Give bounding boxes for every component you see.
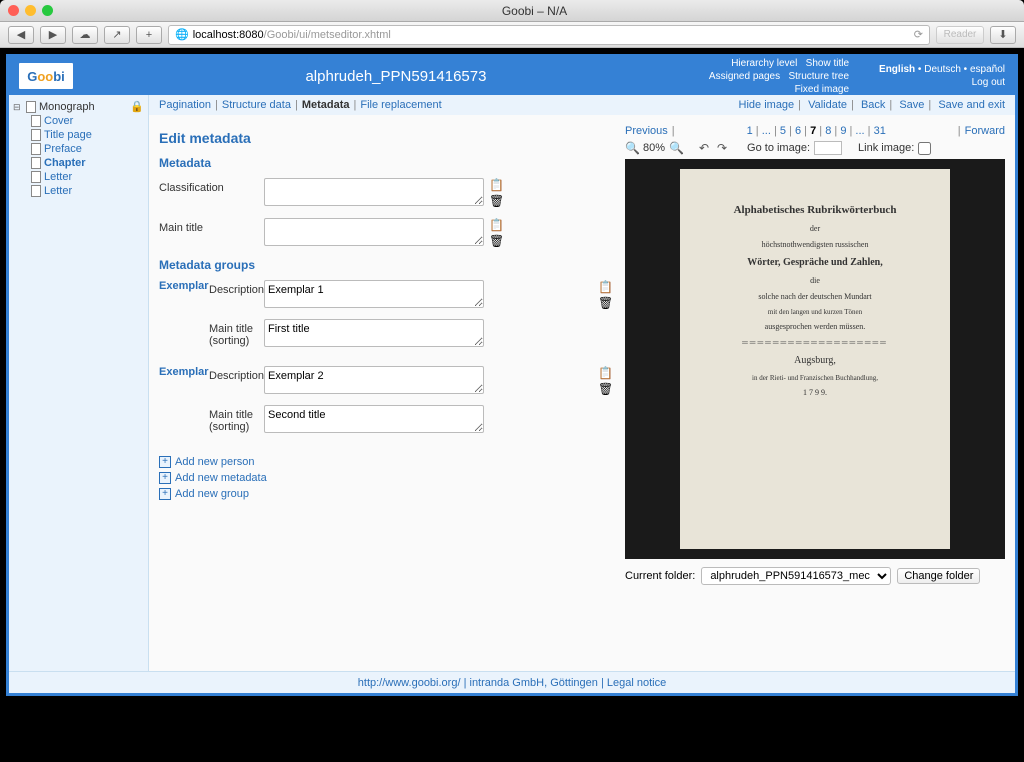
footer-legal[interactable]: Legal notice [607,677,666,689]
copy-icon[interactable]: 📋 [598,366,612,380]
link-hierarchy[interactable]: Hierarchy level [731,58,797,69]
sidebar-item-chapter[interactable]: Chapter [31,156,144,170]
label-description: Description [209,366,264,382]
sidebar-item-letter[interactable]: Letter [31,184,144,198]
link-structure[interactable]: Structure tree [788,71,849,82]
link-hide-image[interactable]: Hide image [739,99,795,111]
input-main-title[interactable] [264,218,484,246]
minimize-window-icon[interactable] [25,5,36,16]
copy-icon[interactable]: 📋 [489,178,503,192]
tab-pagination[interactable]: Pagination [159,99,211,111]
form-heading: Edit metadata [159,130,613,146]
change-folder-button[interactable]: Change folder [897,568,980,584]
add-person-link[interactable]: +Add new person [159,454,613,470]
link-validate[interactable]: Validate [808,99,847,111]
tab-file[interactable]: File replacement [360,99,441,111]
add-icon[interactable]: + [136,26,162,44]
group-exemplar-1: Exemplar [159,280,209,292]
input-ex1-desc[interactable]: Exemplar 1 [264,280,484,308]
label-description: Description [209,280,264,296]
image-area: Previous| 1 | ... | 5 | 6 | 7 | 8 | 9 | … [625,125,1005,585]
sidebar-item-title-page[interactable]: Title page [31,128,144,142]
folder-label: Current folder: [625,570,695,582]
rotate-left-icon[interactable]: ↶ [699,141,713,155]
input-ex2-desc[interactable]: Exemplar 2 [264,366,484,394]
label-sort-title: Main title (sorting) [209,319,264,347]
zoom-out-icon[interactable]: 🔍 [625,141,639,155]
zoom-in-icon[interactable]: 🔍 [669,141,683,155]
browser-toolbar: ◀ ▶ ☁ ↗ + 🌐 localhost:8080 /Goobi/ui/met… [0,22,1024,48]
link-save[interactable]: Save [899,99,924,111]
copy-icon[interactable]: 📋 [598,280,612,294]
download-icon[interactable]: ⬇ [990,26,1016,44]
link-fixed[interactable]: Fixed image [795,84,849,95]
page-...: ... [855,125,864,137]
add-metadata-link[interactable]: +Add new metadata [159,470,613,486]
zoom-window-icon[interactable] [42,5,53,16]
delete-icon[interactable]: 🗑 [489,194,503,208]
close-window-icon[interactable] [8,5,19,16]
delete-icon[interactable]: 🗑 [598,382,612,396]
link-back[interactable]: Back [861,99,885,111]
delete-icon[interactable]: 🗑 [598,296,612,310]
tab-structure[interactable]: Structure data [222,99,291,111]
label-classification: Classification [159,178,264,194]
tab-metadata[interactable]: Metadata [302,99,350,111]
page-31[interactable]: 31 [874,125,886,137]
cloud-icon[interactable]: ☁ [72,26,98,44]
zoom-value: 80% [643,142,665,154]
section-groups: Metadata groups [159,258,613,272]
footer: http://www.goobi.org/ | intranda GmbH, G… [9,671,1015,693]
forward-link[interactable]: Forward [965,125,1005,137]
sidebar-item-letter[interactable]: Letter [31,170,144,184]
lang-espanol[interactable]: español [970,64,1005,75]
tree-root[interactable]: ⊟ Monograph 🔒 [13,99,144,114]
label-sort-title: Main title (sorting) [209,405,264,433]
lock-icon: 🔒 [130,100,144,113]
window-titlebar: Goobi – N/A [0,0,1024,22]
goto-label: Go to image: [747,142,810,154]
input-classification[interactable] [264,178,484,206]
copy-icon[interactable]: 📋 [489,218,503,232]
goto-input[interactable] [814,141,842,155]
link-image-checkbox[interactable] [918,142,931,155]
link-save-exit[interactable]: Save and exit [938,99,1005,111]
logo[interactable]: Goobi [19,63,73,89]
page-title: alphrudeh_PPN591416573 [83,68,709,85]
tab-bar: Pagination| Structure data| Metadata| Fi… [149,95,1015,115]
label-main-title: Main title [159,218,264,234]
form-area: Edit metadata Metadata Classification 📋 🗑… [159,125,613,585]
link-show-title[interactable]: Show title [806,58,849,69]
lang-english[interactable]: English [879,64,915,75]
app-header: Goobi alphrudeh_PPN591416573 Hierarchy l… [9,57,1015,95]
section-metadata: Metadata [159,156,613,170]
delete-icon[interactable]: 🗑 [489,234,503,248]
forward-button[interactable]: ▶ [40,26,66,44]
back-button[interactable]: ◀ [8,26,34,44]
url-bar[interactable]: 🌐 localhost:8080 /Goobi/ui/metseditor.xh… [168,25,930,45]
input-ex1-title[interactable]: First title [264,319,484,347]
share-icon[interactable]: ↗ [104,26,130,44]
link-image-label: Link image: [858,142,914,154]
group-exemplar-2: Exemplar [159,366,209,378]
input-ex2-title[interactable]: Second title [264,405,484,433]
sidebar-item-cover[interactable]: Cover [31,114,144,128]
scan-viewer[interactable]: Alphabetisches Rubrikwörterbuch der höch… [625,159,1005,559]
lang-deutsch[interactable]: Deutsch [924,64,961,75]
window-title: Goobi – N/A [53,4,1016,18]
url-host: localhost:8080 [193,29,264,41]
url-path: /Goobi/ui/metseditor.xhtml [264,29,391,41]
page-...: ... [762,125,771,137]
reader-button[interactable]: Reader [936,26,984,44]
rotate-right-icon[interactable]: ↷ [717,141,731,155]
sidebar-item-preface[interactable]: Preface [31,142,144,156]
link-logout[interactable]: Log out [972,77,1005,88]
prev-link[interactable]: Previous [625,125,668,137]
footer-url[interactable]: http://www.goobi.org/ [358,677,461,689]
link-assigned[interactable]: Assigned pages [709,71,780,82]
folder-select[interactable]: alphrudeh_PPN591416573_mec [701,567,891,585]
add-group-link[interactable]: +Add new group [159,486,613,502]
sidebar: ⊟ Monograph 🔒 CoverTitle pagePrefaceChap… [9,95,149,671]
